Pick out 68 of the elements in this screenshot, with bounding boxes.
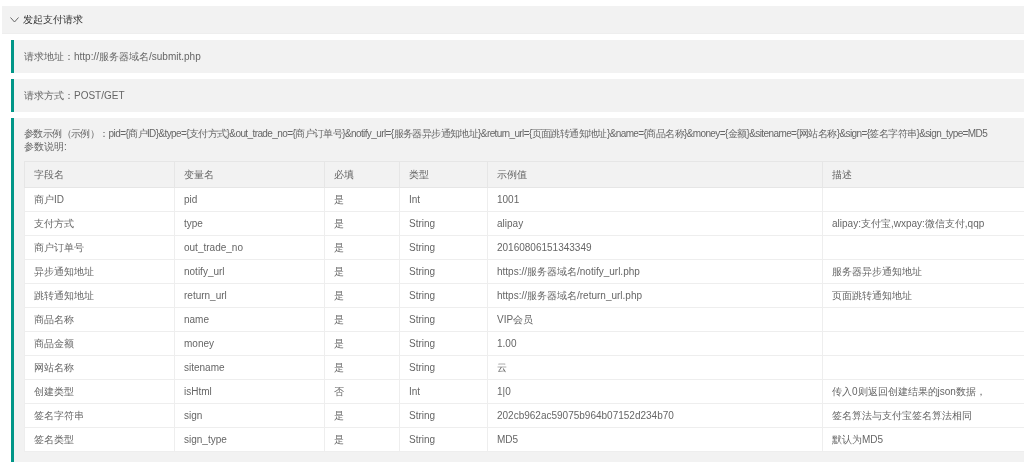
table-cell: 商品名称 (24, 307, 175, 332)
table-cell: Int (399, 187, 488, 212)
table-cell: 否 (324, 379, 400, 404)
table-cell: 1|0 (487, 379, 823, 404)
table-cell: String (399, 427, 488, 452)
table-cell: 支付方式 (24, 211, 175, 236)
table-cell: type (174, 211, 325, 236)
table-cell: 1001 (487, 187, 823, 212)
table-cell: 云 (487, 355, 823, 380)
params-example: 参数示例（示例）：pid={商户ID}&type={支付方式}&out_trade_no={商户订单号}&notify_url={服务器异步通知地址}&return_url={页面跳转通知地址}&name={商品名称}&money={金额}&sitename={网站名称}&sign={签名字符串}&sign_type=MD5 (24, 127, 989, 140)
table-cell: 是 (324, 187, 400, 212)
table-cell: 是 (324, 331, 400, 356)
chevron-down-icon (10, 16, 19, 23)
table-cell: 网站名称 (24, 355, 175, 380)
params-note: 参数说明: (24, 140, 68, 153)
panel-title: 发起支付请求 (23, 12, 83, 27)
table-cell: 20160806151343349 (487, 235, 823, 260)
table-cell: String (399, 331, 488, 356)
table-cell: 跳转通知地址 (24, 283, 175, 308)
info-text: 请求方式：POST/GET (24, 89, 125, 102)
table-cell: sign_type (174, 427, 325, 452)
table-cell: 202cb962ac59075b964b07152d234b70 (487, 403, 823, 428)
table-cell: name (174, 307, 325, 332)
table-cell: String (399, 283, 488, 308)
table-cell: 是 (324, 283, 400, 308)
table-cell: 商户订单号 (24, 235, 175, 260)
table-cell: 签名类型 (24, 427, 175, 452)
table-cell: https://服务器域名/notify_url.php (487, 259, 823, 284)
table-cell: 签名字符串 (24, 403, 175, 428)
table-cell: 异步通知地址 (24, 259, 175, 284)
table-cell: alipay (487, 211, 823, 236)
column-header: 字段名 (24, 161, 175, 188)
table-cell: String (399, 403, 488, 428)
column-header: 描述 (822, 161, 1024, 188)
table-cell: sign (174, 403, 325, 428)
table-cell: String (399, 259, 488, 284)
table-cell: 是 (324, 403, 400, 428)
table-cell: notify_url (174, 259, 325, 284)
table-cell: 1.00 (487, 331, 823, 356)
column-header: 变量名 (174, 161, 325, 188)
table-cell: https://服务器域名/return_url.php (487, 283, 823, 308)
table-cell: String (399, 235, 488, 260)
table-cell: return_url (174, 283, 325, 308)
table-cell: pid (174, 187, 325, 212)
table-cell: 是 (324, 211, 400, 236)
table-cell: sitename (174, 355, 325, 380)
table-cell: 是 (324, 235, 400, 260)
table-cell: String (399, 307, 488, 332)
column-header: 示例值 (487, 161, 823, 188)
table-cell: out_trade_no (174, 235, 325, 260)
table-cell: 商户ID (24, 187, 175, 212)
table-cell: String (399, 355, 488, 380)
table-cell: VIP会员 (487, 307, 823, 332)
table-cell: Int (399, 379, 488, 404)
table-cell: String (399, 211, 488, 236)
info-text: 请求地址：http://服务器域名/submit.php (24, 50, 201, 63)
table-cell: 是 (324, 427, 400, 452)
column-header: 必填 (324, 161, 400, 188)
table-cell: MD5 (487, 427, 823, 452)
table-cell: 是 (324, 307, 400, 332)
table-cell: 创建类型 (24, 379, 175, 404)
table-cell: 是 (324, 355, 400, 380)
table-cell: isHtml (174, 379, 325, 404)
column-header: 类型 (399, 161, 488, 188)
table-cell: 是 (324, 259, 400, 284)
panel-header[interactable]: 发起支付请求 (2, 6, 1024, 34)
table-cell: money (174, 331, 325, 356)
table-cell: 商品金额 (24, 331, 175, 356)
